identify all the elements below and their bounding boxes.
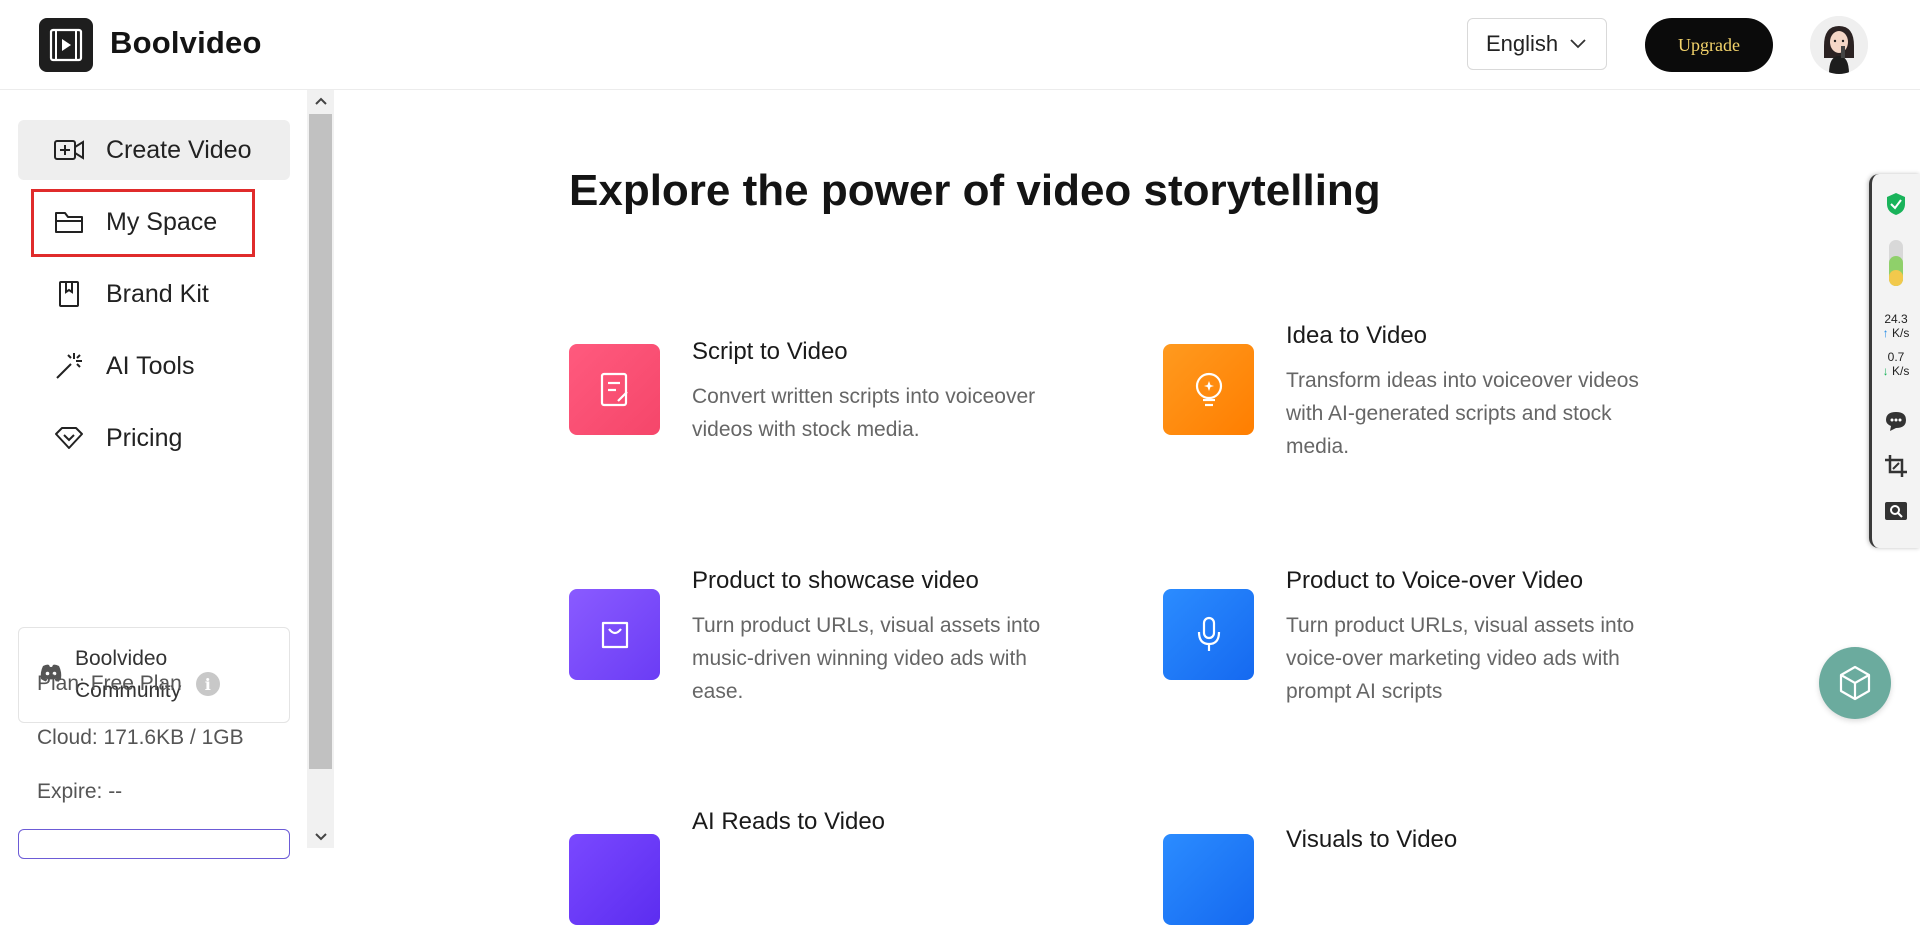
plan-info: Plan: Free Plan i xyxy=(37,672,220,696)
card-title: Product to showcase video xyxy=(692,567,979,594)
arrow-up-icon: ↑ xyxy=(1882,326,1889,340)
sidebar-item-label: Pricing xyxy=(106,423,183,452)
usage-gauge-icon xyxy=(1872,240,1920,286)
download-speed-unit: ↓ K/s xyxy=(1872,364,1920,378)
language-label: English xyxy=(1486,31,1559,56)
brand-name: Boolvideo xyxy=(110,25,262,60)
cloud-label: Cloud: 171.6KB / 1GB xyxy=(37,726,244,749)
info-icon[interactable]: i xyxy=(195,672,220,696)
download-speed-value: 0.7 xyxy=(1887,350,1905,364)
expire-info: Expire: -- xyxy=(37,780,122,804)
shield-check-icon[interactable] xyxy=(1872,192,1920,216)
upgrade-button[interactable]: Upgrade xyxy=(1645,18,1773,72)
card-description: Turn product URLs, visual assets into mu… xyxy=(692,614,1041,703)
upload-speed-unit: ↑ K/s xyxy=(1872,326,1920,340)
top-header: Boolvideo English Upgrade xyxy=(0,0,1920,90)
card-title: Idea to Video xyxy=(1286,322,1428,349)
download-unit-label: K/s xyxy=(1892,364,1910,378)
scroll-up-arrow-icon[interactable] xyxy=(307,90,334,112)
sidebar-item-label: AI Tools xyxy=(106,351,195,380)
scroll-down-arrow-icon[interactable] xyxy=(307,826,334,848)
card-title: Script to Video xyxy=(692,338,848,365)
chat-bubble-icon[interactable] xyxy=(1872,410,1920,432)
download-speed: 0.7 ↓ K/s xyxy=(1872,350,1920,378)
cube-icon xyxy=(1839,665,1871,701)
sidebar-item-pricing[interactable]: Pricing xyxy=(18,408,290,468)
sidebar-item-label: Create Video xyxy=(106,135,252,164)
card-description: Turn product URLs, visual assets into vo… xyxy=(1286,614,1635,703)
card-title: AI Reads to Video xyxy=(692,808,886,835)
language-selector[interactable]: English xyxy=(1467,18,1607,70)
plan-label: Plan: Free Plan xyxy=(37,672,182,695)
video-add-icon xyxy=(52,133,86,167)
chevron-down-icon xyxy=(1570,39,1586,49)
boolvideo-logo[interactable] xyxy=(39,18,93,72)
sidebar-bottom-button[interactable] xyxy=(18,829,290,859)
microphone-icon xyxy=(1163,589,1254,680)
image-search-icon[interactable] xyxy=(1872,500,1920,522)
help-assistant-button[interactable] xyxy=(1819,647,1891,719)
crop-icon[interactable] xyxy=(1872,454,1920,478)
lightbulb-icon xyxy=(1163,344,1254,435)
sidebar-item-create-video[interactable]: Create Video xyxy=(18,120,290,180)
user-avatar[interactable] xyxy=(1810,16,1868,74)
magic-wand-icon xyxy=(52,349,86,383)
scroll-thumb[interactable] xyxy=(309,114,332,769)
bookmark-icon xyxy=(52,277,86,311)
highlight-annotation xyxy=(31,189,255,257)
card-title: Product to Voice-over Video xyxy=(1286,567,1584,594)
cloud-usage: Cloud: 171.6KB / 1GB xyxy=(37,726,244,750)
page-title: Explore the power of video storytelling xyxy=(569,166,1381,215)
shopping-bag-icon xyxy=(569,589,660,680)
sidebar-scrollbar[interactable] xyxy=(307,90,334,848)
card-title: Visuals to Video xyxy=(1286,826,1458,853)
sidebar-item-ai-tools[interactable]: AI Tools xyxy=(18,336,290,396)
sidebar-item-label: Brand Kit xyxy=(106,279,209,308)
expire-label: Expire: -- xyxy=(37,780,123,803)
arrow-down-icon: ↓ xyxy=(1882,364,1889,378)
upload-unit-label: K/s xyxy=(1892,326,1910,340)
sidebar-item-brand-kit[interactable]: Brand Kit xyxy=(18,264,290,324)
card-description: Convert written scripts into voiceover v… xyxy=(692,385,1036,441)
card-description: Transform ideas into voiceover videos wi… xyxy=(1286,369,1639,458)
upload-speed: 24.3 ↑ K/s xyxy=(1872,312,1920,340)
script-icon xyxy=(569,344,660,435)
system-monitor-widget: 24.3 ↑ K/s 0.7 ↓ K/s xyxy=(1869,174,1920,548)
diamond-icon xyxy=(52,421,86,455)
upload-speed-value: 24.3 xyxy=(1884,312,1908,326)
